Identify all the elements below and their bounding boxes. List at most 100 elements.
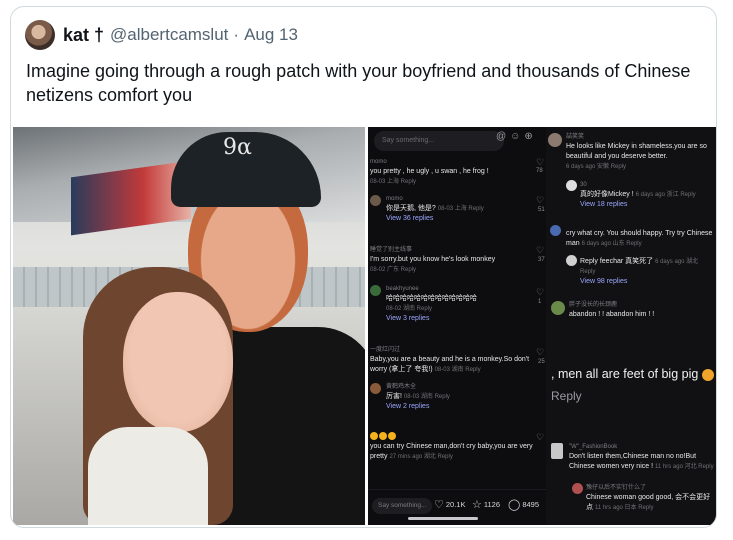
- comment-user: 喆笑笑: [566, 134, 585, 140]
- comment-right-6: "W"_FashionBook Don't listen them,Chines…: [569, 442, 715, 472]
- heart-icon[interactable]: ♡: [536, 432, 544, 443]
- avatar[interactable]: [572, 483, 583, 494]
- comment-right-7: 豫仔以后不实钉什么了 Chinese woman good good, 会不会更…: [586, 483, 714, 513]
- search-input[interactable]: Say something...: [374, 131, 504, 151]
- likes-count: 20.1K: [445, 500, 466, 509]
- comment-left-2: momo 你是天鹅, 他是? 08-03 上海 Reply View 36 re…: [386, 194, 536, 224]
- cap-logo: 9α: [223, 135, 252, 160]
- comment-meta: 08-02 湖南 Reply: [386, 306, 433, 312]
- comment-meta: 27 mins ago 湖北 Reply: [389, 454, 453, 460]
- comment-meta: 11 hrs ago 河北 Reply: [655, 464, 714, 470]
- like-count: 25: [538, 359, 545, 365]
- comment-meta: 6 days ago 山东 Reply: [581, 241, 642, 247]
- comment-meta: 6 days ago 浙江 Reply: [635, 192, 696, 198]
- stars-stat[interactable]: ☆ 1126: [472, 498, 500, 511]
- comment-user: beakhyunee: [386, 286, 419, 292]
- comment-meta: 08-03 上海 Reply: [437, 206, 484, 212]
- comment-right-3: cry what cry. You should happy. Try try …: [566, 229, 714, 249]
- comment-bubble-icon: ◯: [508, 499, 521, 511]
- add-icon[interactable]: ⊕: [524, 131, 532, 142]
- comment-right-5: 胖子没长的长颈鹿 abandon ! ! abandon him ! !: [569, 300, 714, 320]
- comment-meta: 08-03 上海 Reply: [370, 179, 417, 185]
- pig-emoji-icon: [701, 368, 714, 381]
- comment-user: "W"_FashionBook: [569, 444, 618, 450]
- home-indicator: [408, 517, 478, 520]
- zoomed-text: , men all are feet of big pig: [551, 367, 699, 381]
- user-handle[interactable]: @albertcamslut: [110, 25, 228, 45]
- heart-icon[interactable]: ♡: [536, 347, 544, 358]
- tweet-date[interactable]: Aug 13: [244, 25, 298, 45]
- avatar[interactable]: [566, 255, 577, 266]
- avatar[interactable]: [548, 133, 562, 147]
- stars-count: 1126: [483, 500, 501, 509]
- like-count: 37: [538, 257, 545, 263]
- heart-icon: ♡: [434, 499, 444, 511]
- comment-left-1: momo you pretty , he ugly , u swan , he …: [370, 157, 535, 187]
- comment-user: 30: [580, 182, 587, 188]
- comment-user: 胖子没长的长颈鹿: [569, 302, 618, 308]
- avatar[interactable]: [551, 443, 563, 459]
- couple-photo[interactable]: 9α: [13, 127, 365, 525]
- heart-icon[interactable]: ♡: [536, 287, 544, 298]
- view-replies-link[interactable]: View 2 replies: [386, 403, 429, 410]
- comment-left-6: 黄鹤鸡木全 厉害! 08-03 湖南 Reply View 2 replies: [386, 382, 536, 412]
- comment-text: 你是天鹅, 他是?: [386, 205, 436, 212]
- like-count: 51: [538, 207, 545, 213]
- heart-icon[interactable]: ♡: [536, 157, 544, 168]
- comment-meta: 6 days ago 安徽 Reply: [566, 164, 627, 170]
- zoomed-comment-text: , men all are feet of big pig: [551, 367, 714, 381]
- photo-woman-top: [88, 427, 208, 525]
- emoji-icon: [370, 432, 397, 441]
- avatar[interactable]: [550, 225, 561, 236]
- avatar[interactable]: [551, 301, 565, 315]
- comment-text: you pretty , he ugly , u swan , he frog …: [370, 168, 489, 175]
- separator-dot: ·: [233, 25, 240, 44]
- likes-stat[interactable]: ♡ 20.1K: [434, 498, 465, 511]
- comment-meta: 08-03 湖南 Reply: [403, 394, 450, 400]
- view-replies-link[interactable]: View 98 replies: [580, 278, 627, 285]
- comment-user: 黄鹤鸡木全: [386, 384, 417, 390]
- view-replies-link[interactable]: View 3 replies: [386, 315, 429, 322]
- avatar[interactable]: [566, 180, 577, 191]
- comment-user: 睡觉了别主线事: [370, 247, 413, 253]
- comment-text: I'm sorry.but you know he's look monkey: [370, 256, 496, 263]
- view-replies-link[interactable]: View 36 replies: [386, 215, 433, 222]
- view-replies-link[interactable]: View 18 replies: [580, 201, 627, 208]
- comment-left-3: 睡觉了别主线事 I'm sorry.but you know he's look…: [370, 245, 535, 275]
- comment-text: 厉害!: [386, 393, 402, 400]
- comment-user: 豫仔以后不实钉什么了: [586, 485, 647, 491]
- comment-right-1: 喆笑笑 He looks like Mickey in shameless.yo…: [566, 132, 712, 172]
- comment-text: He looks like Mickey in shameless.you ar…: [566, 143, 707, 160]
- avatar[interactable]: [370, 195, 381, 206]
- emoji-icon[interactable]: ☺: [510, 131, 520, 142]
- tweet-header: kat † @albertcamslut · Aug 13: [25, 19, 298, 51]
- like-count: 78: [536, 168, 543, 174]
- comment-text: Reply feechar 真笑死了: [580, 258, 654, 265]
- display-name[interactable]: kat †: [63, 25, 104, 46]
- heart-icon[interactable]: ♡: [536, 195, 544, 206]
- comment-meta: 08-03 湖南 Reply: [434, 367, 481, 373]
- comment-user: momo: [370, 159, 387, 165]
- zoomed-reply-link[interactable]: Reply: [551, 389, 582, 403]
- comment-input[interactable]: Say something...: [372, 498, 432, 514]
- photo-woman-face: [123, 292, 233, 432]
- comment-meta: 08-02 广东 Reply: [370, 267, 417, 273]
- avatar[interactable]: [25, 20, 55, 50]
- comment-user: momo: [386, 196, 403, 202]
- at-icon[interactable]: @: [496, 131, 506, 142]
- comments-screenshot[interactable]: Say something... @ ☺ ⊕ momo you pretty ,…: [368, 127, 716, 525]
- star-icon: ☆: [472, 499, 482, 511]
- top-icons: @ ☺ ⊕: [496, 131, 533, 142]
- comment-right-2: 30 真的好像Mickey ! 6 days ago 浙江 Reply View…: [580, 180, 714, 210]
- tweet-text: Imagine going through a rough patch with…: [26, 61, 691, 105]
- avatar[interactable]: [370, 383, 381, 394]
- comment-text: 真的好像Mickey !: [580, 191, 634, 198]
- comments-stat[interactable]: ◯ 8495: [508, 498, 539, 511]
- comment-text: 哈哈哈哈哈哈哈哈哈哈哈哈哈: [386, 295, 477, 302]
- comment-left-5: 一度红闪过 Baby,you are a beauty and he is a …: [370, 345, 535, 375]
- tweet-media[interactable]: 9α Say something... @ ☺ ⊕ momo you prett…: [13, 127, 716, 525]
- comment-text: abandon ! ! abandon him ! !: [569, 311, 655, 318]
- avatar[interactable]: [370, 285, 381, 296]
- heart-icon[interactable]: ♡: [536, 245, 544, 256]
- tweet-card[interactable]: kat † @albertcamslut · Aug 13 Imagine go…: [10, 6, 717, 528]
